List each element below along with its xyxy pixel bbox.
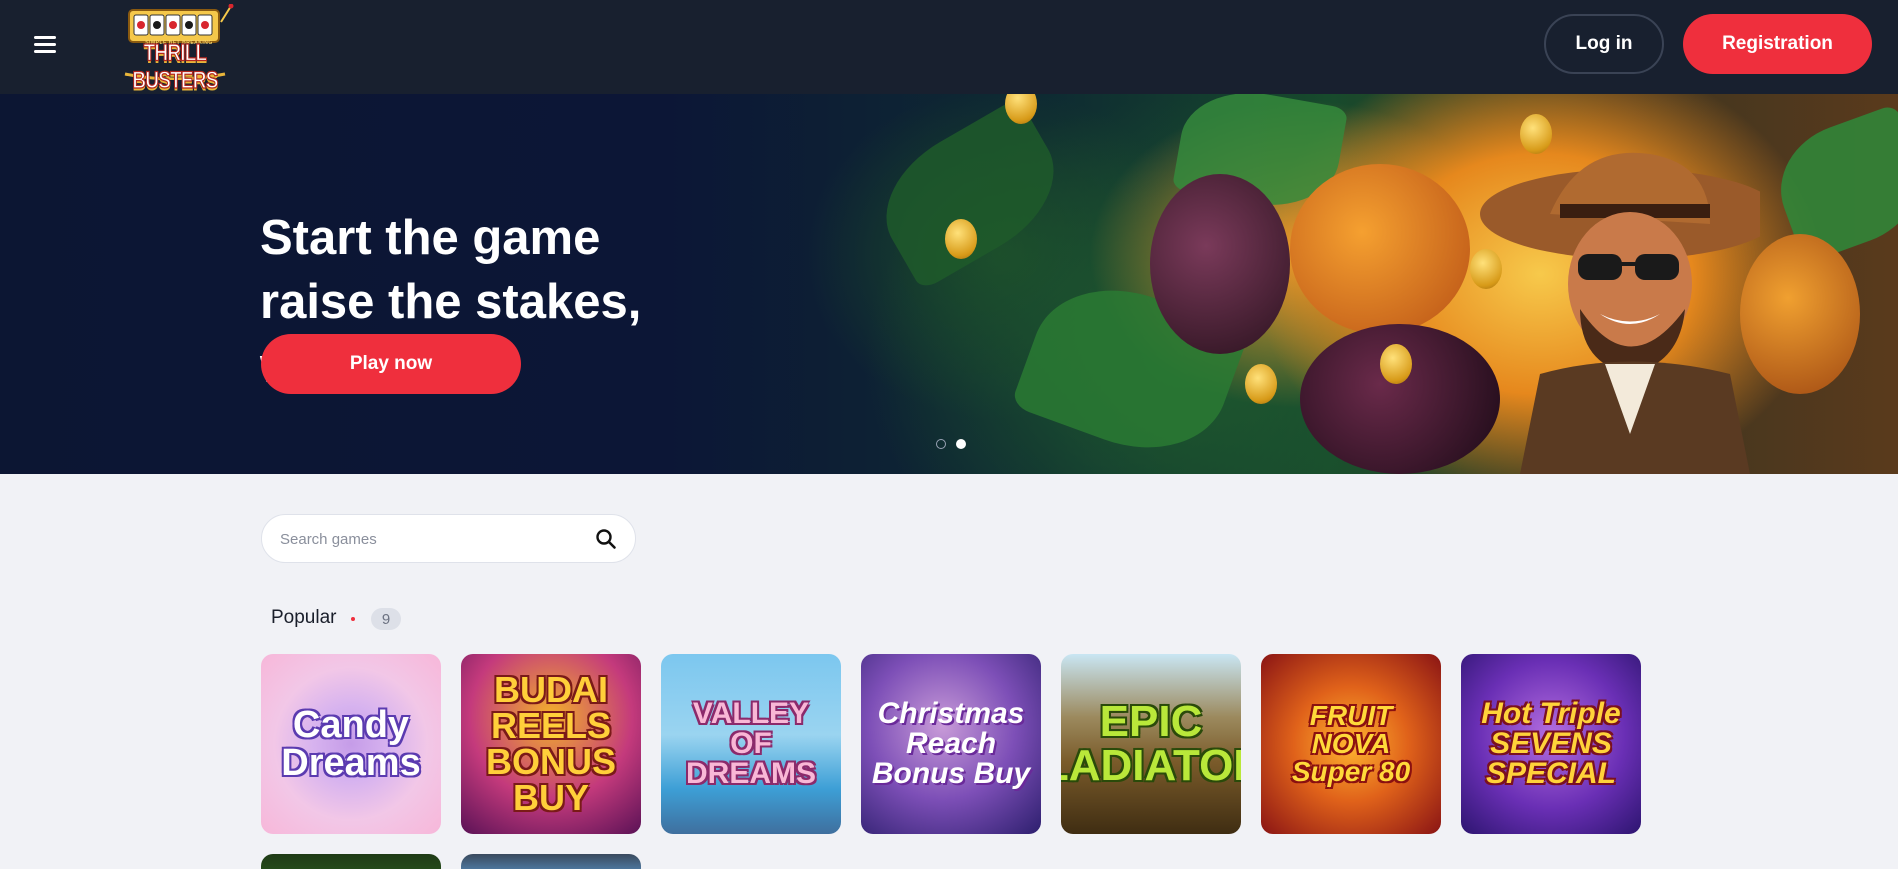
hamburger-menu-icon[interactable] — [30, 34, 60, 56]
game-tile-budai-reels[interactable]: BUDAI REELS BONUS BUY — [461, 654, 641, 834]
registration-button[interactable]: Registration — [1683, 14, 1872, 74]
login-button[interactable]: Log in — [1544, 14, 1664, 74]
logo-name: THRILL BUSTERS — [132, 40, 219, 95]
site-header: SIMPLE BET BREAKING THRILL BUSTERS Log i… — [0, 0, 1898, 95]
leaf-decoration — [862, 97, 1078, 291]
site-logo[interactable]: SIMPLE BET BREAKING THRILL BUSTERS — [115, 4, 235, 95]
cowboy-character-illustration — [1480, 152, 1760, 474]
popular-section-title: Popular — [271, 607, 337, 628]
search-box — [261, 514, 636, 563]
game-title: FRUIT NOVA Super 80 — [1291, 700, 1411, 787]
game-title: Hot Triple SEVENS SPECIAL — [1481, 697, 1621, 790]
game-tile-christmas-reach[interactable]: Christmas Reach Bonus Buy — [861, 654, 1041, 834]
section-separator-dot — [351, 617, 355, 621]
game-tile-valley-of-dreams[interactable]: VALLEY OF DREAMS — [661, 654, 841, 834]
hero-headline-line-1: Start the game — [260, 211, 601, 265]
game-title: Christmas Reach Bonus Buy — [871, 697, 1031, 790]
play-now-button[interactable]: Play now — [261, 334, 521, 394]
game-title: BUDAI REELS BONUS BUY — [485, 669, 616, 818]
game-tile-fruit-nova[interactable]: FRUIT NOVA Super 80 — [1261, 654, 1441, 834]
search-icon[interactable] — [595, 528, 617, 550]
hero-banner: Start the game raise the stakes, win it … — [0, 94, 1898, 474]
carousel-dot-2-active[interactable] — [956, 439, 966, 449]
berry-cluster-decoration — [1290, 164, 1470, 334]
popular-count-badge: 9 — [371, 608, 401, 630]
game-tile-epic-gladiators[interactable]: EPIC GLADIATORS — [1061, 654, 1241, 834]
search-input[interactable] — [280, 527, 580, 551]
game-tile-candy-dreams[interactable]: Candy Dreams — [261, 654, 441, 834]
coin-decoration — [1245, 364, 1277, 404]
game-title: EPIC GLADIATORS — [1061, 697, 1241, 790]
carousel-dot-1[interactable] — [936, 439, 946, 449]
game-tile-partial[interactable] — [461, 854, 641, 869]
berry-cluster-decoration — [1150, 174, 1290, 354]
hero-headline-line-2: raise the stakes, — [260, 275, 642, 329]
game-title: VALLEY OF DREAMS — [685, 697, 816, 790]
game-tile-partial[interactable] — [261, 854, 441, 869]
game-title: Candy Dreams — [281, 704, 421, 784]
game-tile-hot-triple-sevens[interactable]: Hot Triple SEVENS SPECIAL — [1461, 654, 1641, 834]
coin-decoration — [945, 219, 977, 259]
coin-decoration — [1380, 344, 1412, 384]
